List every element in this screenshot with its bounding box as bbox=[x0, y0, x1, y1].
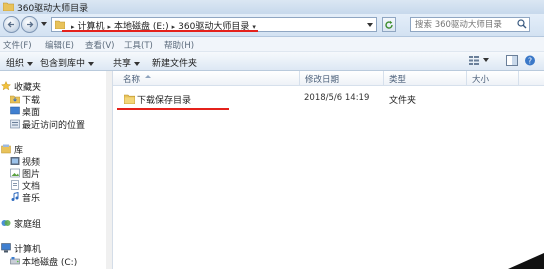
sidebar-item-label: 本地磁盘 (C:) bbox=[22, 258, 78, 268]
sidebar-item-desktop[interactable]: 桌面 bbox=[10, 105, 41, 118]
forward-button[interactable] bbox=[21, 16, 38, 33]
documents-icon bbox=[11, 180, 19, 190]
file-date-modified: 2018/5/6 14:19 bbox=[304, 93, 370, 103]
desktop-icon bbox=[10, 106, 20, 115]
refresh-button[interactable] bbox=[382, 17, 396, 32]
menu-edit[interactable]: 编辑(E) bbox=[45, 39, 74, 51]
address-history-dropdown[interactable] bbox=[367, 23, 373, 27]
menu-view[interactable]: 查看(V) bbox=[85, 39, 114, 51]
folder-icon bbox=[124, 94, 135, 104]
chevron-down-icon bbox=[88, 61, 95, 66]
column-date-modified[interactable]: 修改日期 bbox=[305, 73, 339, 85]
include-in-library-label: 包含到库中 bbox=[40, 59, 86, 69]
navigation-bar: ▸ 计算机 ▸ 本地磁盘 (E:) ▸ 360驱动大师目录 ▾ bbox=[0, 14, 544, 37]
window-title: 360驱动大师目录 bbox=[17, 4, 89, 14]
column-divider[interactable] bbox=[518, 71, 519, 85]
share-label: 共享 bbox=[113, 59, 132, 69]
share-button[interactable]: 共享 bbox=[113, 56, 141, 69]
preview-pane-icon[interactable] bbox=[506, 55, 518, 66]
title-bar: 360驱动大师目录 bbox=[0, 0, 544, 15]
library-icon bbox=[1, 144, 11, 154]
column-name[interactable]: 名称 bbox=[123, 73, 140, 85]
address-highlight-underline bbox=[62, 30, 258, 32]
search-input[interactable] bbox=[413, 18, 517, 31]
organize-label: 组织 bbox=[6, 59, 25, 69]
column-divider[interactable] bbox=[383, 71, 384, 85]
include-in-library-button[interactable]: 包含到库中 bbox=[40, 56, 95, 69]
computer-icon bbox=[1, 243, 11, 253]
forward-icon bbox=[27, 21, 34, 28]
sidebar-item-label: 最近访问的位置 bbox=[22, 121, 86, 131]
folder-icon bbox=[3, 2, 14, 11]
view-icon[interactable] bbox=[468, 55, 480, 66]
videos-icon bbox=[10, 157, 20, 165]
sidebar-item-label: 计算机 bbox=[14, 245, 42, 255]
sidebar-item-label: 音乐 bbox=[22, 194, 41, 204]
help-icon[interactable]: ? bbox=[524, 55, 536, 66]
new-folder-button[interactable]: 新建文件夹 bbox=[152, 56, 197, 69]
downloads-icon bbox=[10, 95, 20, 104]
menu-help[interactable]: 帮助(H) bbox=[164, 39, 194, 51]
command-toolbar: 组织 包含到库中 共享 新建文件夹 ? bbox=[0, 52, 544, 71]
folder-icon bbox=[55, 20, 65, 29]
column-size[interactable]: 大小 bbox=[472, 73, 489, 85]
sidebar-item-favorites[interactable]: 收藏夹 bbox=[1, 80, 42, 93]
sidebar-item-label: 家庭组 bbox=[14, 220, 42, 230]
sidebar-item-homegroup[interactable]: 家庭组 bbox=[1, 217, 42, 230]
new-folder-label: 新建文件夹 bbox=[152, 59, 198, 69]
view-dropdown[interactable] bbox=[483, 58, 489, 62]
file-row[interactable]: 下载保存目录 2018/5/6 14:19 文件夹 bbox=[113, 92, 544, 106]
svg-text:?: ? bbox=[528, 57, 532, 66]
sidebar-item-label: 收藏夹 bbox=[14, 83, 42, 93]
homegroup-icon bbox=[1, 220, 11, 226]
menu-tools[interactable]: 工具(T) bbox=[124, 39, 153, 51]
recent-pages-dropdown[interactable] bbox=[41, 22, 47, 26]
folder-highlight-underline bbox=[117, 108, 229, 110]
back-icon bbox=[7, 21, 14, 28]
recent-places-icon bbox=[10, 119, 20, 129]
column-header-row: 名称 修改日期 类型 大小 bbox=[113, 71, 544, 86]
chevron-down-icon bbox=[27, 61, 34, 66]
column-divider[interactable] bbox=[299, 71, 300, 85]
music-icon bbox=[11, 192, 19, 201]
menu-bar: 文件(F) 编辑(E) 查看(V) 工具(T) 帮助(H) bbox=[0, 37, 544, 52]
sidebar-item-label: 桌面 bbox=[22, 108, 41, 118]
file-list: 名称 修改日期 类型 大小 下载保存目录 2018/5/6 14:19 文件夹 bbox=[113, 71, 544, 269]
column-divider[interactable] bbox=[466, 71, 467, 85]
sidebar-item-recent-places[interactable]: 最近访问的位置 bbox=[10, 118, 86, 131]
drive-icon bbox=[10, 257, 20, 265]
search-icon[interactable] bbox=[517, 19, 527, 29]
sidebar-item-drive-c[interactable]: 本地磁盘 (C:) bbox=[10, 255, 78, 268]
sidebar-item-computer[interactable]: 计算机 bbox=[1, 242, 42, 255]
file-name[interactable]: 下载保存目录 bbox=[137, 93, 191, 106]
file-type: 文件夹 bbox=[389, 96, 417, 106]
column-type[interactable]: 类型 bbox=[389, 73, 406, 85]
refresh-icon bbox=[385, 20, 393, 29]
navigation-pane: 收藏夹 下载 桌面 最近访问的位置 库 视频 图片 文档 音乐 家庭组 计算机 bbox=[0, 71, 113, 269]
back-button[interactable] bbox=[3, 16, 20, 33]
organize-button[interactable]: 组织 bbox=[6, 56, 34, 69]
chevron-down-icon bbox=[134, 61, 141, 66]
navigation-pane-scrollbar[interactable] bbox=[106, 71, 112, 269]
sidebar-item-music[interactable]: 音乐 bbox=[11, 191, 41, 204]
menu-file[interactable]: 文件(F) bbox=[3, 39, 32, 51]
screenshot-corner-mark bbox=[508, 253, 544, 269]
star-icon bbox=[1, 81, 11, 91]
search-box[interactable] bbox=[410, 17, 530, 32]
sort-ascending-icon bbox=[145, 75, 151, 78]
pictures-icon bbox=[10, 168, 20, 178]
